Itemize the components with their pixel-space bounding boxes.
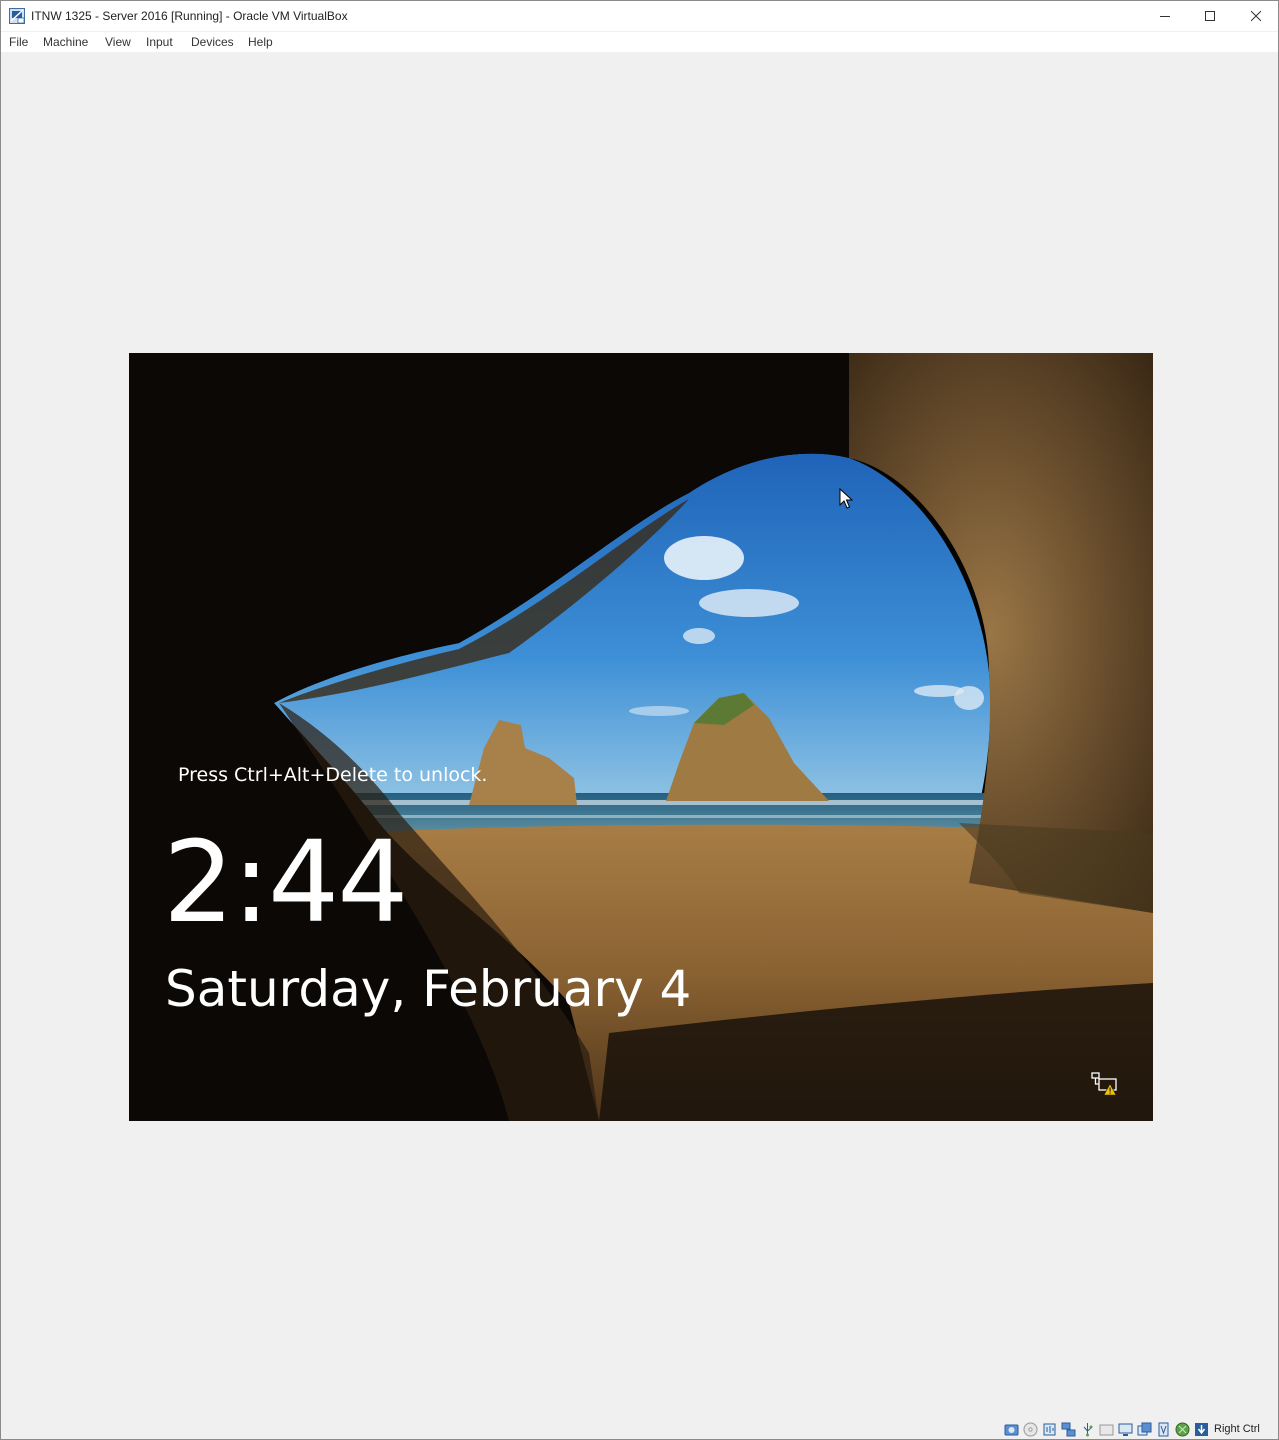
host-key-label: Right Ctrl [1214,1423,1260,1435]
minimize-button[interactable] [1142,1,1188,31]
optical-drive-icon[interactable] [1023,1422,1038,1437]
menu-input[interactable]: Input [146,35,173,49]
unlock-hint: Press Ctrl+Alt+Delete to unlock. [178,764,488,786]
vm-display[interactable]: Press Ctrl+Alt+Delete to unlock. 2:44 Sa… [129,353,1153,1121]
status-bar: Right Ctrl [1,1419,1278,1440]
title-bar[interactable]: ITNW 1325 - Server 2016 [Running] - Orac… [1,1,1278,31]
minimize-icon [1160,16,1170,17]
mouse-cursor-icon [839,488,853,509]
menu-bar: File Machine View Input Devices Help [1,32,1278,52]
lock-clock: 2:44 [163,818,409,948]
hard-disk-icon[interactable] [1004,1422,1019,1437]
close-button[interactable] [1233,1,1279,31]
maximize-button[interactable] [1187,1,1233,31]
virtualbox-vm-icon [9,8,25,24]
network-icon[interactable] [1061,1422,1076,1437]
display-icon[interactable] [1118,1422,1133,1437]
mouse-integration-icon[interactable] [1175,1422,1190,1437]
window-title: ITNW 1325 - Server 2016 [Running] - Orac… [31,9,348,23]
menu-devices[interactable]: Devices [191,35,234,49]
lock-date: Saturday, February 4 [165,960,692,1018]
audio-icon[interactable] [1042,1422,1057,1437]
close-icon [1251,11,1261,21]
shared-folders-icon[interactable] [1099,1422,1114,1437]
video-capture-icon[interactable] [1137,1422,1152,1437]
menu-help[interactable]: Help [248,35,273,49]
network-warning-icon[interactable] [1091,1072,1119,1096]
menu-file[interactable]: File [9,35,28,49]
menu-machine[interactable]: Machine [43,35,88,49]
usb-icon[interactable] [1080,1422,1095,1437]
menu-view[interactable]: View [105,35,131,49]
maximize-icon [1205,11,1215,21]
keyboard-icon[interactable] [1194,1422,1209,1437]
cpu-icon[interactable] [1156,1422,1171,1437]
virtualbox-window: ITNW 1325 - Server 2016 [Running] - Orac… [0,0,1279,1440]
